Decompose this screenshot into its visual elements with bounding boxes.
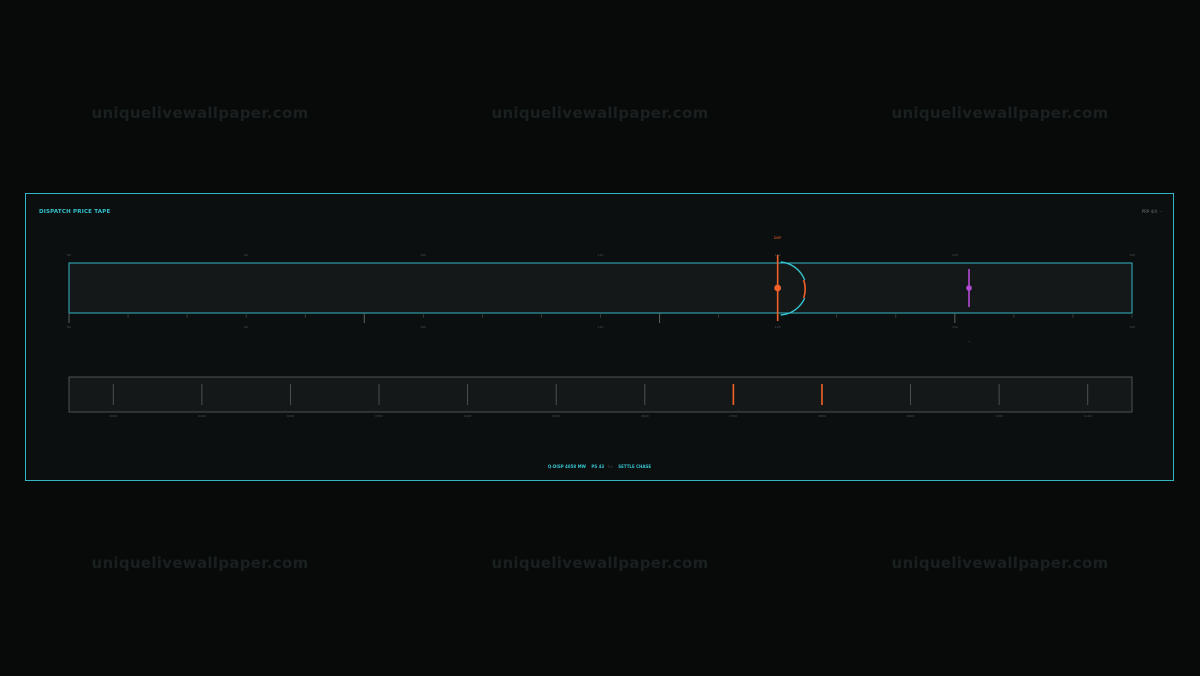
hourly-strip-label: 1100 bbox=[1084, 414, 1092, 418]
ref-marker-label: — bbox=[968, 339, 971, 343]
ref-marker-dot bbox=[966, 285, 972, 291]
hourly-strip-label: 0800 bbox=[818, 414, 826, 418]
tape-bottom-tick-label: 120 bbox=[775, 325, 781, 329]
status-footer: Q-DISP 4858 MW PS 43 kv SETTLE CHASE bbox=[26, 464, 1173, 469]
tape-bottom-tick-label: 140 bbox=[1129, 325, 1135, 329]
footer-ps: PS 43 bbox=[591, 464, 605, 469]
hourly-strip bbox=[68, 376, 1133, 413]
watermark-text: uniquelivewallpaper.com bbox=[891, 554, 1109, 572]
watermark-text: uniquelivewallpaper.com bbox=[491, 554, 709, 572]
watermark-text: uniquelivewallpaper.com bbox=[491, 104, 709, 122]
tape-bottom-tick-label: 110 bbox=[598, 325, 604, 329]
hourly-strip-label: 0400 bbox=[464, 414, 472, 418]
tape-bottom-tick-label: 90 bbox=[244, 325, 248, 329]
tape-top-tick-label: 130 bbox=[952, 253, 958, 257]
watermark-text: uniquelivewallpaper.com bbox=[91, 554, 309, 572]
hourly-strip-label: 0900 bbox=[907, 414, 915, 418]
hourly-strip-label: 0500 bbox=[552, 414, 560, 418]
price-tape-bar bbox=[68, 262, 1133, 314]
hourly-strip-label: 1000 bbox=[995, 414, 1003, 418]
footer-ps-unit: kv bbox=[608, 464, 613, 469]
tape-top-tick-label: 90 bbox=[244, 253, 248, 257]
tape-top-tick-label: 110 bbox=[598, 253, 604, 257]
tape-top-tick-label: 80 bbox=[67, 253, 71, 257]
price-tape-graphic: 80901001101201301408090100110120130140DI… bbox=[67, 236, 1135, 418]
hourly-strip-label: 0300 bbox=[375, 414, 383, 418]
hourly-strip-label: 0100 bbox=[198, 414, 206, 418]
tape-top-tick-label: 100 bbox=[420, 253, 426, 257]
hourly-strip-label: 0600 bbox=[641, 414, 649, 418]
tape-bottom-tick-label: 80 bbox=[67, 325, 71, 329]
dispatch-marker-label: DISP bbox=[774, 236, 781, 240]
footer-dispatch: Q-DISP 4858 MW bbox=[547, 464, 586, 469]
tape-top-tick-label: 140 bbox=[1129, 253, 1135, 257]
hourly-strip-label: 0200 bbox=[287, 414, 295, 418]
dispatch-marker-dot bbox=[774, 284, 782, 292]
dispatch-price-tape-panel: DISPATCH PRICE TAPE PRP 4/4— 80 90 100 110 1… bbox=[25, 193, 1174, 481]
watermark-text: uniquelivewallpaper.com bbox=[891, 104, 1109, 122]
hourly-strip-label: 0700 bbox=[730, 414, 738, 418]
hourly-strip-label: 0000 bbox=[109, 414, 117, 418]
tape-bottom-tick-label: 100 bbox=[420, 325, 426, 329]
footer-mode: SETTLE CHASE bbox=[618, 464, 652, 469]
wallpaper-stage: uniquelivewallpaper.com uniquelivewallpa… bbox=[0, 0, 1200, 676]
watermark-text: uniquelivewallpaper.com bbox=[91, 104, 309, 122]
tape-bottom-tick-label: 130 bbox=[952, 325, 958, 329]
